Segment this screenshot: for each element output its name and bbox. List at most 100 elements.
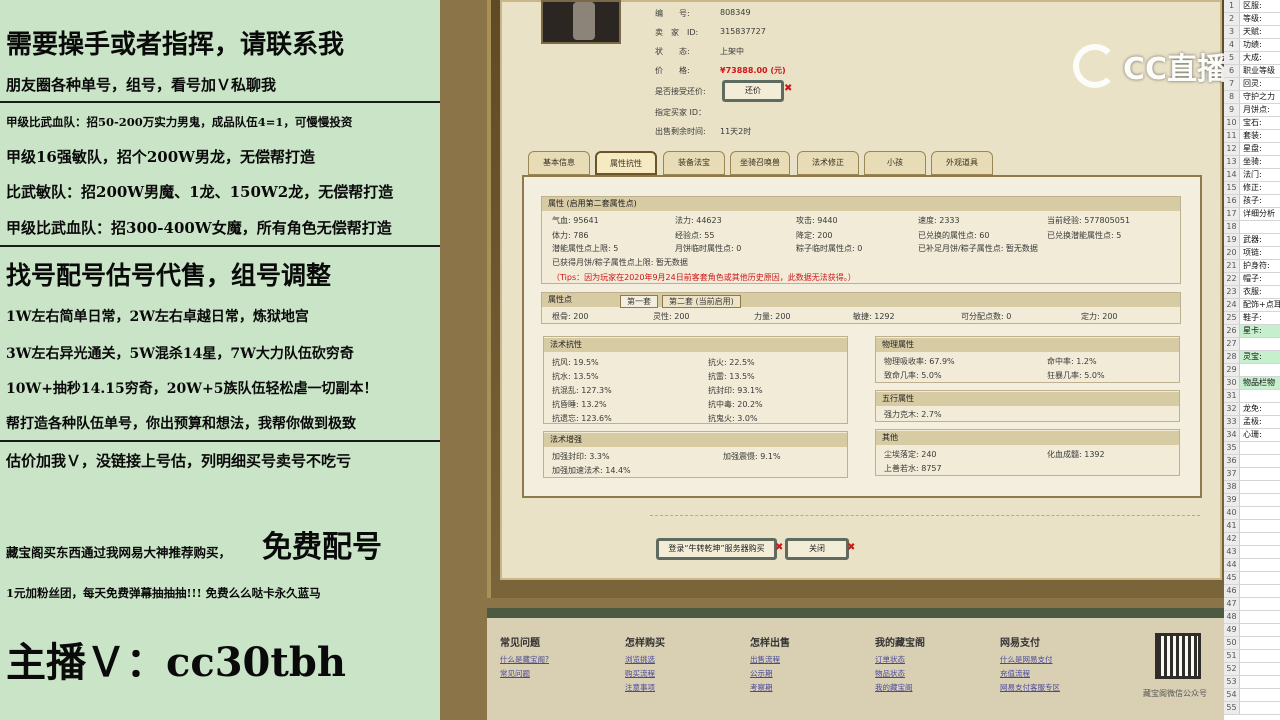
sheet-cell[interactable]: 天赋: <box>1240 27 1262 36</box>
sheet-row[interactable]: 43 <box>1224 546 1280 559</box>
sheet-cell[interactable]: 详细分析 <box>1240 209 1275 218</box>
sheet-cell[interactable]: 修正: <box>1240 183 1262 192</box>
sheet-cell[interactable] <box>1240 612 1243 621</box>
sheet-row[interactable]: 40 <box>1224 507 1280 520</box>
sheet-row[interactable]: 30 物品栏物 <box>1224 377 1280 390</box>
tab-basic-info[interactable]: 基本信息 <box>528 151 590 175</box>
sheet-cell[interactable] <box>1240 560 1243 569</box>
sheet-row[interactable]: 19 武器: <box>1224 234 1280 247</box>
sheet-cell[interactable]: 区服: <box>1240 1 1262 10</box>
sheet-row[interactable]: 9 月饼点: <box>1224 104 1280 117</box>
sheet-cell[interactable] <box>1240 534 1243 543</box>
sheet-cell[interactable]: 宝石: <box>1240 118 1262 127</box>
sheet-row[interactable]: 26 星卡: <box>1224 325 1280 338</box>
sheet-row[interactable]: 14 法门: <box>1224 169 1280 182</box>
sheet-row[interactable]: 32 龙免: <box>1224 403 1280 416</box>
sheet-row[interactable]: 47 <box>1224 598 1280 611</box>
sheet-row[interactable]: 27 <box>1224 338 1280 351</box>
sheet-cell[interactable]: 灵宝: <box>1240 352 1262 361</box>
sheet-row[interactable]: 29 <box>1224 364 1280 377</box>
sheet-cell[interactable]: 心珊: <box>1240 430 1262 439</box>
sheet-cell[interactable]: 武器: <box>1240 235 1262 244</box>
sheet-cell[interactable]: 等级: <box>1240 14 1262 23</box>
sheet-cell[interactable]: 法门: <box>1240 170 1262 179</box>
sheet-cell[interactable]: 星盘: <box>1240 144 1262 153</box>
points-subtab-1[interactable]: 第一套 <box>620 295 658 308</box>
sheet-row[interactable]: 52 <box>1224 663 1280 676</box>
sheet-row[interactable]: 18 <box>1224 221 1280 234</box>
sheet-cell[interactable] <box>1240 547 1243 556</box>
sheet-row[interactable]: 37 <box>1224 468 1280 481</box>
sheet-cell[interactable] <box>1240 664 1243 673</box>
sheet-row[interactable]: 44 <box>1224 559 1280 572</box>
tab-spell-mods[interactable]: 法术修正 <box>797 151 859 175</box>
sheet-cell[interactable] <box>1240 651 1243 660</box>
sheet-row[interactable]: 21 护身符: <box>1224 260 1280 273</box>
sheet-cell[interactable] <box>1240 677 1243 686</box>
sheet-cell[interactable] <box>1240 703 1243 712</box>
footer-link[interactable]: 购买流程 <box>625 668 655 679</box>
sheet-cell[interactable]: 星卡: <box>1240 326 1262 335</box>
sheet-cell[interactable] <box>1240 469 1243 478</box>
sheet-cell[interactable]: 护身符: <box>1240 261 1270 270</box>
sheet-cell[interactable]: 孩子: <box>1240 196 1262 205</box>
sheet-cell[interactable] <box>1240 482 1243 491</box>
sheet-cell[interactable]: 项链: <box>1240 248 1262 257</box>
footer-link[interactable]: 订单状态 <box>875 654 905 665</box>
sheet-cell[interactable]: 坐骑: <box>1240 157 1262 166</box>
footer-link[interactable]: 出售流程 <box>750 654 780 665</box>
tab-attributes[interactable]: 属性抗性 <box>595 151 657 175</box>
sheet-cell[interactable]: 职业等级 <box>1240 66 1275 75</box>
sheet-cell[interactable] <box>1240 222 1243 231</box>
sheet-cell[interactable]: 配饰+点耳 <box>1240 300 1280 309</box>
sheet-cell[interactable]: 守护之力 <box>1240 92 1275 101</box>
tab-equipment[interactable]: 装备法宝 <box>663 151 725 175</box>
sheet-row[interactable]: 35 <box>1224 442 1280 455</box>
sheet-cell[interactable]: 月饼点: <box>1240 105 1270 114</box>
sheet-cell[interactable] <box>1240 456 1243 465</box>
footer-link[interactable]: 什么是藏宝阁? <box>500 654 549 665</box>
sheet-row[interactable]: 6 职业等级 <box>1224 65 1280 78</box>
sheet-row[interactable]: 41 <box>1224 520 1280 533</box>
close-button[interactable]: 关闭 <box>785 538 849 560</box>
sheet-row[interactable]: 5 大成: <box>1224 52 1280 65</box>
sheet-row[interactable]: 24 配饰+点耳 <box>1224 299 1280 312</box>
sheet-cell[interactable]: 套装: <box>1240 131 1262 140</box>
sheet-cell[interactable] <box>1240 638 1243 647</box>
tab-mounts-pets[interactable]: 坐骑召唤兽 <box>730 151 790 175</box>
sheet-row[interactable]: 15 修正: <box>1224 182 1280 195</box>
sheet-row[interactable]: 16 孩子: <box>1224 195 1280 208</box>
sheet-cell[interactable] <box>1240 495 1243 504</box>
sheet-row[interactable]: 46 <box>1224 585 1280 598</box>
sheet-cell[interactable]: 物品栏物 <box>1240 378 1275 387</box>
sheet-row[interactable]: 54 <box>1224 689 1280 702</box>
sheet-row[interactable]: 4 功绩: <box>1224 39 1280 52</box>
footer-link[interactable]: 考察期 <box>750 682 773 693</box>
sheet-cell[interactable] <box>1240 365 1243 374</box>
counter-offer-button[interactable]: 还价 <box>722 80 784 102</box>
tab-child[interactable]: 小孩 <box>864 151 926 175</box>
sheet-row[interactable]: 38 <box>1224 481 1280 494</box>
sheet-cell[interactable]: 孟极: <box>1240 417 1262 426</box>
sheet-cell[interactable] <box>1240 391 1243 400</box>
sheet-row[interactable]: 34 心珊: <box>1224 429 1280 442</box>
sheet-row[interactable]: 48 <box>1224 611 1280 624</box>
sheet-row[interactable]: 31 <box>1224 390 1280 403</box>
sheet-row[interactable]: 20 项链: <box>1224 247 1280 260</box>
sheet-cell[interactable]: 功绩: <box>1240 40 1262 49</box>
sheet-row[interactable]: 28 灵宝: <box>1224 351 1280 364</box>
sheet-cell[interactable]: 回灵: <box>1240 79 1262 88</box>
sheet-row[interactable]: 39 <box>1224 494 1280 507</box>
sheet-cell[interactable] <box>1240 586 1243 595</box>
sheet-row[interactable]: 3 天赋: <box>1224 26 1280 39</box>
footer-link[interactable]: 常见问题 <box>500 668 530 679</box>
sheet-row[interactable]: 33 孟极: <box>1224 416 1280 429</box>
sheet-cell[interactable] <box>1240 625 1243 634</box>
sheet-row[interactable]: 23 衣服: <box>1224 286 1280 299</box>
sheet-cell[interactable]: 大成: <box>1240 53 1262 62</box>
sheet-row[interactable]: 12 星盘: <box>1224 143 1280 156</box>
sheet-cell[interactable] <box>1240 508 1243 517</box>
sheet-cell[interactable] <box>1240 573 1243 582</box>
sheet-row[interactable]: 8 守护之力 <box>1224 91 1280 104</box>
tab-appearance[interactable]: 外观道具 <box>931 151 993 175</box>
